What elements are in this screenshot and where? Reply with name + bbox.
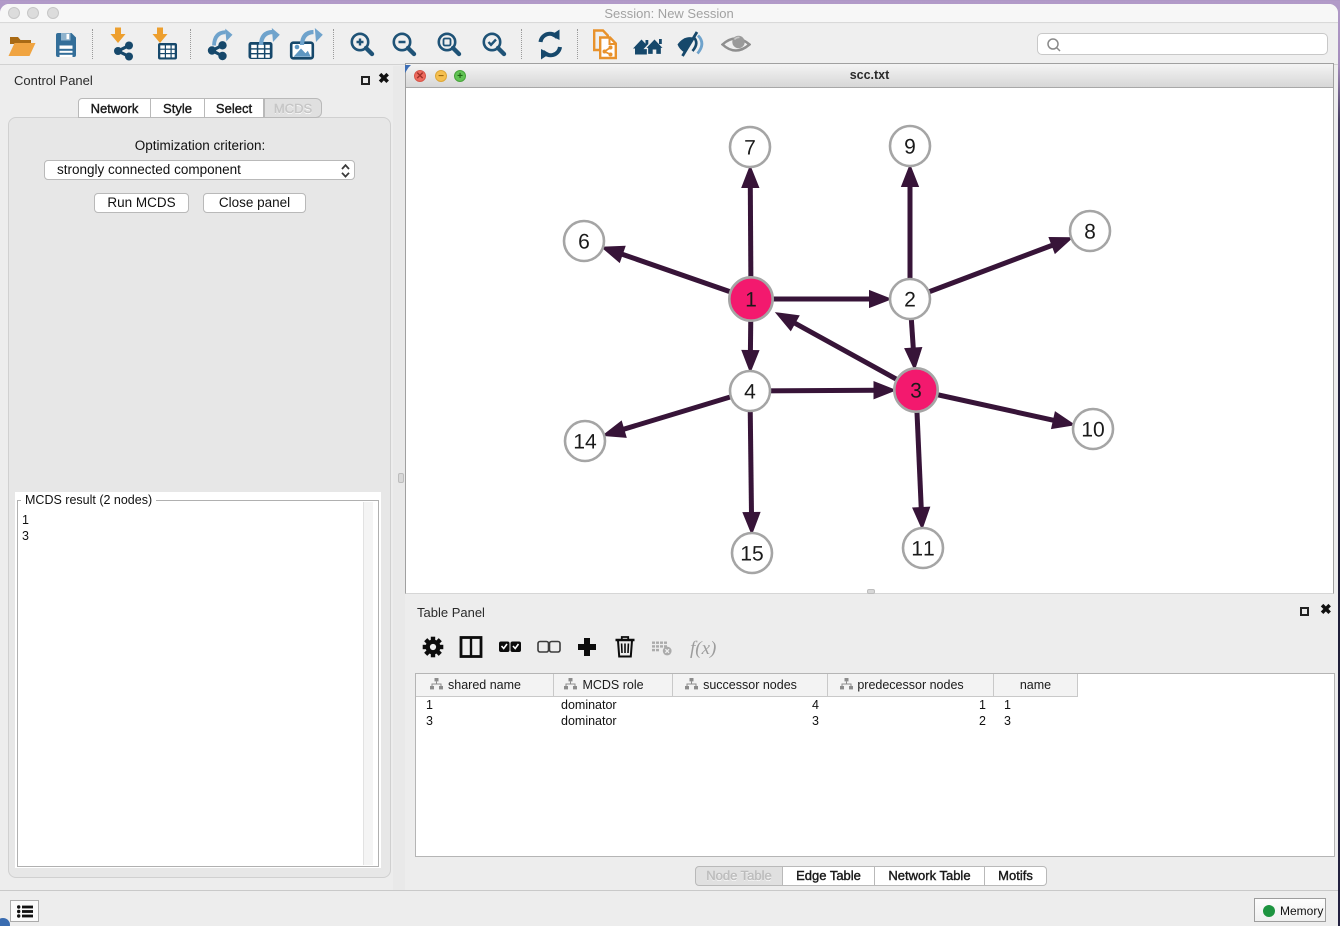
- svg-text:f(x): f(x): [690, 638, 716, 659]
